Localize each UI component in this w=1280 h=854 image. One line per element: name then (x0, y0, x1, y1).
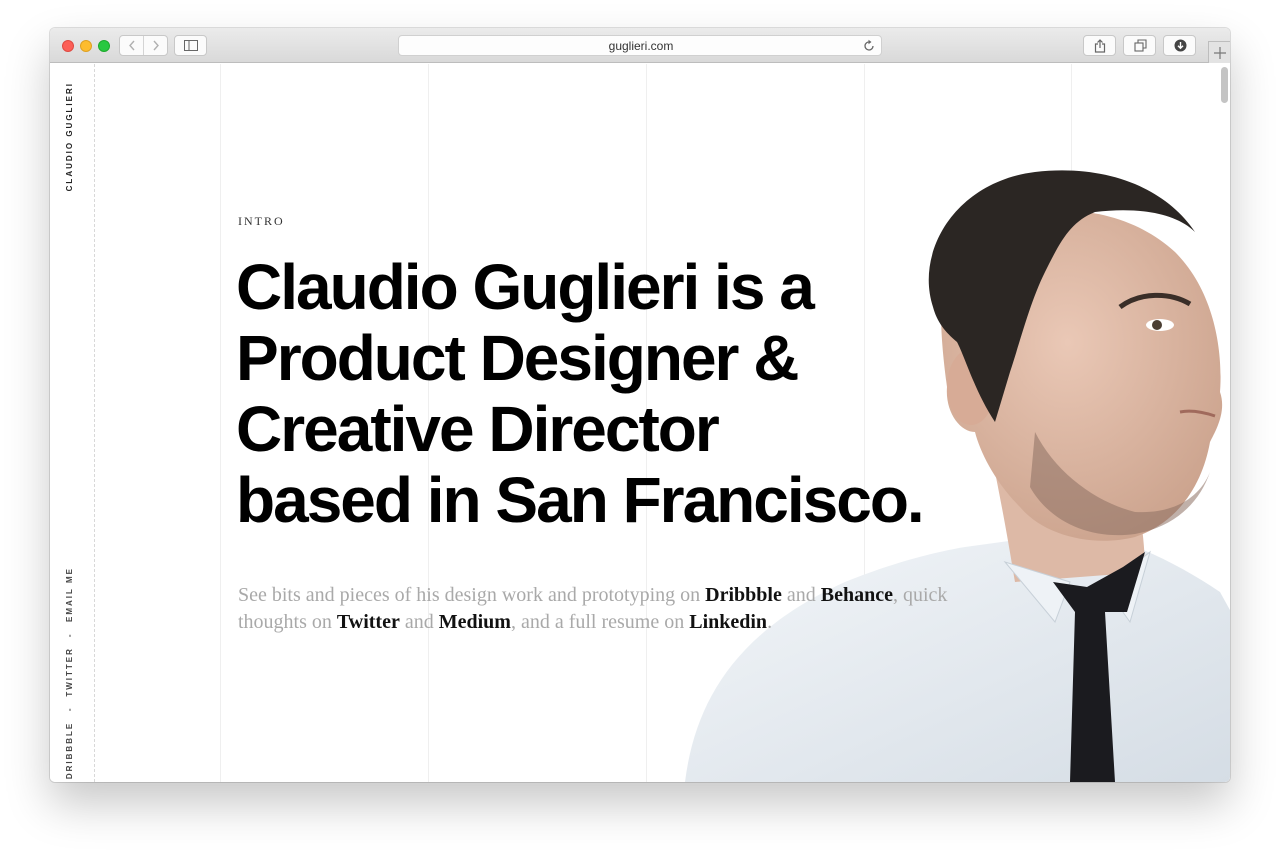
blurb-text: and (399, 611, 439, 633)
back-button[interactable] (120, 36, 144, 55)
blurb-text: . (767, 611, 773, 633)
new-tab-button[interactable] (1208, 41, 1230, 63)
tabs-icon (1134, 39, 1147, 52)
headline-line: Product Designer & (236, 322, 799, 394)
headline-line: based in San Francisco. (236, 464, 925, 536)
download-icon (1174, 39, 1187, 52)
browser-toolbar: guglieri.com (50, 28, 1230, 63)
separator: - (65, 706, 74, 712)
twitter-link[interactable]: Twitter (337, 611, 400, 633)
plus-icon (1214, 47, 1226, 59)
dribbble-link[interactable]: DRIBBBLE (65, 722, 74, 779)
site-brand-label[interactable]: CLAUDIO GUGLIERI (65, 82, 74, 191)
medium-link[interactable]: Medium (439, 611, 511, 633)
headline-line: Claudio Guglieri is a (236, 251, 815, 323)
browser-window: guglieri.com CLAUDIO GUGLIERI DRIBBBLE -… (50, 28, 1230, 782)
chevron-right-icon (153, 40, 159, 51)
grid-line (220, 64, 221, 782)
section-label: INTRO (238, 214, 285, 228)
blurb-text: See bits and pieces of his design work a… (238, 584, 706, 606)
twitter-link[interactable]: TWITTER (65, 647, 74, 697)
share-button[interactable] (1083, 35, 1116, 56)
sidebar-divider (94, 64, 95, 782)
address-bar[interactable]: guglieri.com (398, 35, 882, 56)
reload-icon[interactable] (863, 39, 875, 52)
sidebar-icon (184, 40, 198, 51)
page-viewport: CLAUDIO GUGLIERI DRIBBBLE - TWITTER - EM… (50, 64, 1230, 782)
minimize-window-button[interactable] (80, 40, 92, 52)
forward-button[interactable] (144, 36, 168, 55)
zoom-window-button[interactable] (98, 40, 110, 52)
hero-blurb: See bits and pieces of his design work a… (238, 582, 978, 636)
headline-line: Creative Director (236, 393, 720, 465)
url-text: guglieri.com (608, 39, 674, 53)
show-all-tabs-button[interactable] (1123, 35, 1156, 56)
scrollbar[interactable] (1221, 67, 1228, 103)
hero-headline: Claudio Guglieri is a Product Designer &… (236, 252, 1016, 536)
social-links: DRIBBBLE - TWITTER - EMAIL ME (65, 567, 74, 779)
chevron-left-icon (129, 40, 135, 51)
share-icon (1094, 39, 1106, 53)
navigation-buttons (119, 35, 168, 56)
dribbble-link[interactable]: Dribbble (705, 584, 782, 606)
linkedin-link[interactable]: Linkedin (689, 611, 767, 633)
blurb-text: and (781, 584, 821, 606)
blurb-text: , and a full resume on (510, 611, 690, 633)
downloads-button[interactable] (1163, 35, 1196, 56)
show-sidebar-button[interactable] (174, 35, 207, 56)
separator: - (65, 632, 74, 637)
email-me-link[interactable]: EMAIL ME (65, 567, 74, 622)
close-window-button[interactable] (62, 40, 74, 52)
behance-link[interactable]: Behance (821, 584, 893, 606)
